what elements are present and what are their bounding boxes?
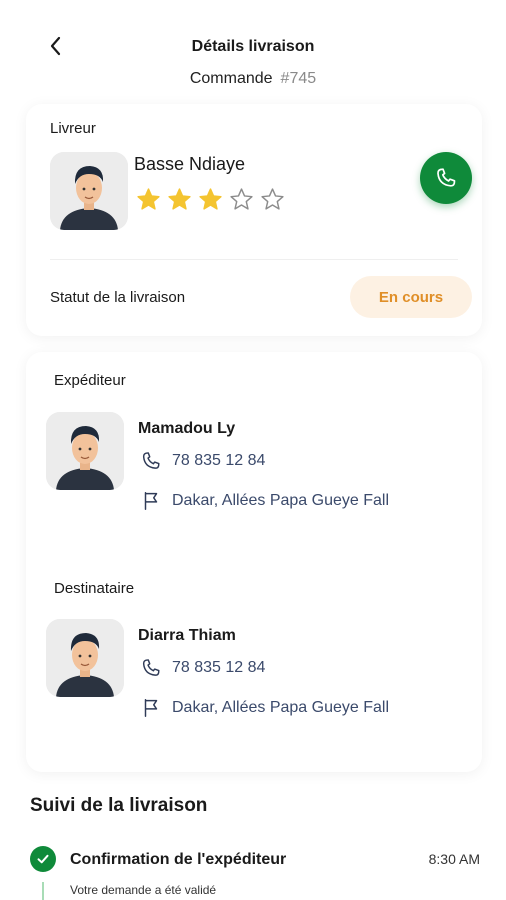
divider — [50, 259, 458, 260]
driver-avatar — [50, 152, 128, 230]
recipient-avatar — [46, 619, 124, 697]
driver-rating — [136, 187, 285, 212]
recipient-phone-text: 78 835 12 84 — [172, 659, 266, 676]
order-number: #745 — [280, 70, 317, 87]
tracking-step-subtitle: Votre demande a été validé — [70, 883, 217, 897]
tracking-section-title: Suivi de la livraison — [30, 795, 208, 816]
sender-avatar — [46, 412, 124, 490]
tracking-step-title: Confirmation de l'expéditeur — [70, 851, 287, 868]
phone-outline-icon — [142, 659, 160, 676]
order-reference: Commande #745 — [0, 70, 506, 88]
tracking-connector — [42, 882, 44, 900]
phone-icon — [437, 168, 456, 187]
driver-card: Livreur Basse Ndiaye Statut de la livrai… — [26, 104, 482, 336]
star-empty-icon — [261, 188, 284, 210]
sender-phone[interactable]: 78 835 12 84 — [140, 450, 265, 472]
star-empty-icon — [230, 188, 253, 210]
delivery-status-label: Statut de la livraison — [50, 289, 186, 306]
call-driver-button[interactable] — [420, 152, 472, 204]
header: Détails livraison Commande #745 — [0, 0, 506, 100]
sender-address: Dakar, Allées Papa Gueye Fall — [140, 490, 389, 512]
parties-card: Expéditeur Mamadou Ly 78 835 12 84 Dakar… — [26, 352, 482, 772]
recipient-address-text: Dakar, Allées Papa Gueye Fall — [172, 699, 390, 716]
star-filled-icon — [199, 188, 222, 210]
sender-section-label: Expéditeur — [54, 372, 126, 389]
order-label: Commande — [189, 70, 273, 87]
star-filled-icon — [137, 188, 160, 210]
phone-outline-icon — [142, 452, 160, 469]
recipient-address: Dakar, Allées Papa Gueye Fall — [140, 697, 389, 719]
driver-section-label: Livreur — [50, 120, 96, 137]
recipient-name: Diarra Thiam — [138, 627, 236, 644]
check-circle-icon — [30, 846, 56, 872]
tracking-step: Confirmation de l'expéditeur 8:30 AM Vot… — [30, 846, 480, 900]
flag-icon — [144, 699, 158, 717]
recipient-phone[interactable]: 78 835 12 84 — [140, 657, 265, 679]
status-badge: En cours — [350, 276, 472, 318]
star-filled-icon — [168, 188, 191, 210]
tracking-step-time: 8:30 AM — [428, 851, 480, 867]
sender-name: Mamadou Ly — [138, 420, 236, 437]
sender-phone-text: 78 835 12 84 — [172, 452, 266, 469]
page-title: Détails livraison — [191, 38, 315, 55]
sender-address-text: Dakar, Allées Papa Gueye Fall — [172, 492, 390, 509]
driver-name: Basse Ndiaye — [134, 154, 246, 174]
recipient-section-label: Destinataire — [54, 580, 135, 597]
flag-icon — [144, 492, 158, 510]
